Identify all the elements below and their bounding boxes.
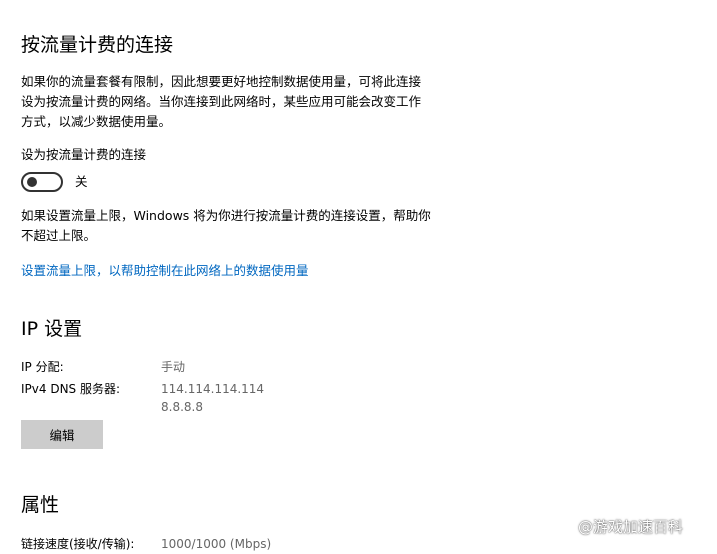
ip-settings-heading: IP 设置: [21, 318, 83, 340]
link-speed-value: 1000/1000 (Mbps): [161, 537, 272, 551]
set-data-limit-link[interactable]: 设置流量上限，以帮助控制在此网络上的数据使用量: [21, 262, 309, 280]
data-limit-note: 如果设置流量上限，Windows 将为你进行按流量计费的连接设置，帮助你不超过上…: [21, 208, 431, 243]
metered-toggle-state: 关: [75, 174, 88, 189]
metered-toggle[interactable]: [21, 172, 63, 192]
watermark-logo-icon: [554, 516, 574, 536]
metered-toggle-label: 设为按流量计费的连接: [21, 147, 147, 162]
ip-assignment-label: IP 分配:: [21, 360, 64, 374]
edit-ip-button[interactable]: 编辑: [21, 420, 103, 449]
toggle-knob: [27, 177, 37, 187]
link-speed-label: 链接速度(接收/传输):: [21, 537, 135, 551]
ip-assignment-value: 手动: [161, 360, 186, 374]
metered-description: 如果你的流量套餐有限制，因此想要更好地控制数据使用量，可将此连接设为按流量计费的…: [21, 74, 422, 129]
watermark-text: @游戏加速百科: [578, 517, 684, 536]
ipv4-dns-secondary: 8.8.8.8: [161, 400, 203, 414]
properties-heading: 属性: [21, 494, 60, 516]
ipv4-dns-primary: 114.114.114.114: [161, 382, 265, 396]
metered-connection-heading: 按流量计费的连接: [21, 34, 174, 56]
ipv4-dns-label: IPv4 DNS 服务器:: [21, 382, 121, 396]
watermark: @游戏加速百科: [553, 514, 683, 538]
metered-toggle-row: 关: [21, 172, 88, 192]
